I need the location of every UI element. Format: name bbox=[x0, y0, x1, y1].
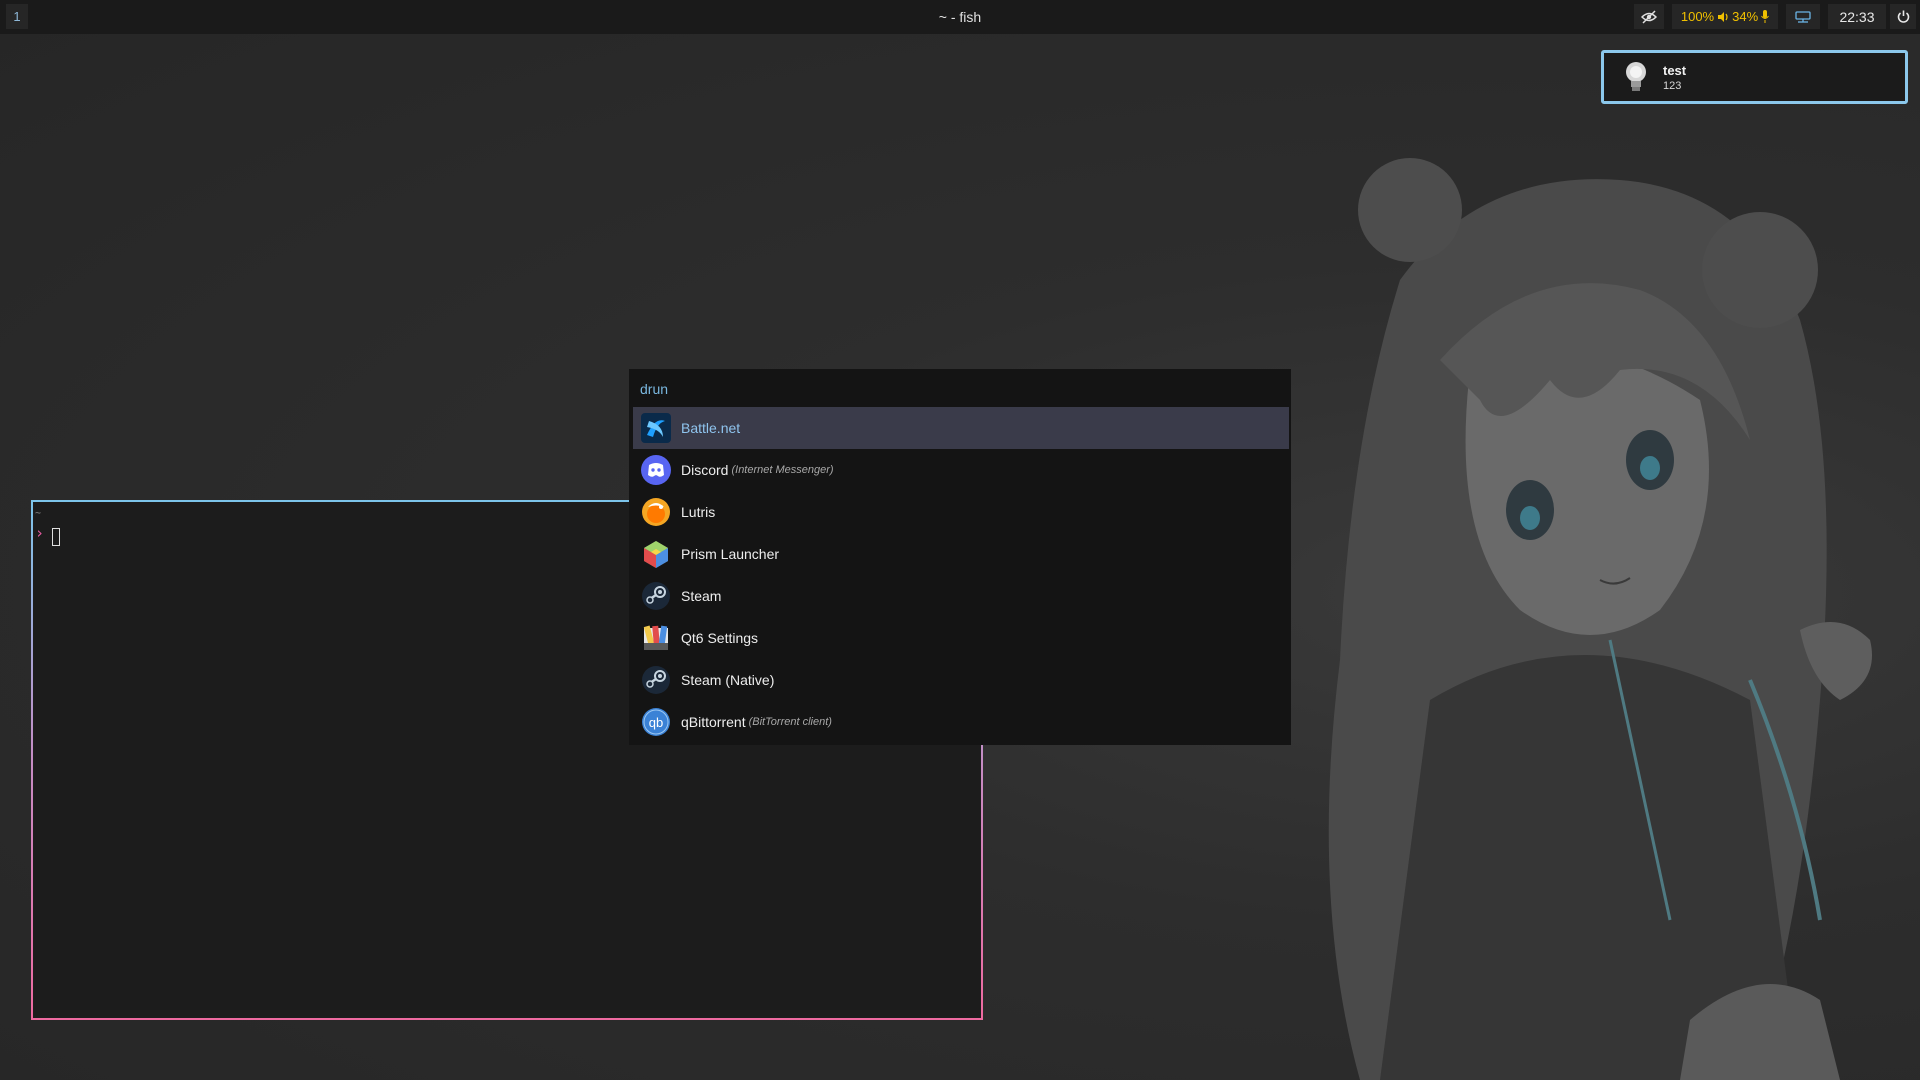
power-button[interactable] bbox=[1890, 4, 1916, 29]
launcher-item-prism-launcher[interactable]: Prism Launcher bbox=[633, 533, 1289, 575]
lutris-icon bbox=[642, 498, 670, 526]
launcher-mode-label: drun bbox=[640, 381, 669, 397]
launcher-item-qbittorrent[interactable]: qb qBittorrent (BitTorrent client) bbox=[633, 701, 1289, 743]
launcher-item-name: Battle.net bbox=[681, 420, 741, 436]
qbittorrent-icon: qb bbox=[642, 708, 670, 736]
svg-text:qb: qb bbox=[649, 715, 663, 730]
launcher-item-steam[interactable]: Steam bbox=[633, 575, 1289, 617]
mic-value: 34% bbox=[1732, 9, 1759, 24]
notification-popup[interactable]: test 123 bbox=[1601, 50, 1908, 104]
prism-launcher-icon bbox=[644, 541, 668, 568]
idle-inhibitor-button[interactable] bbox=[1634, 4, 1664, 29]
wallpaper-illustration bbox=[1328, 158, 1872, 1080]
terminal-prompt: › bbox=[35, 524, 45, 542]
launcher-item-generic: (BitTorrent client) bbox=[748, 716, 832, 728]
clock[interactable]: 22:33 bbox=[1828, 4, 1886, 29]
network-icon bbox=[1795, 10, 1811, 23]
launcher-results: Battle.net Discord (Internet Messenger) bbox=[633, 407, 1289, 743]
notification-content: test 123 bbox=[1663, 63, 1686, 92]
qt6-settings-icon bbox=[643, 625, 668, 650]
launcher-item-name: qBittorrent bbox=[681, 714, 746, 730]
discord-icon bbox=[641, 455, 671, 485]
launcher-item-discord[interactable]: Discord (Internet Messenger) bbox=[633, 449, 1289, 491]
terminal-cursor bbox=[52, 528, 60, 546]
notification-summary: test bbox=[1663, 62, 1687, 78]
speaker-icon bbox=[1718, 11, 1728, 22]
launcher-item-steam-native[interactable]: Steam (Native) bbox=[633, 659, 1289, 701]
launcher-item-name: Steam bbox=[681, 588, 722, 604]
volume-value: 100% bbox=[1680, 9, 1715, 24]
app-launcher[interactable]: drun Battle.net Discord (Internet Messen… bbox=[629, 369, 1291, 745]
launcher-item-name: Prism Launcher bbox=[681, 546, 780, 562]
terminal-cwd: ~ bbox=[35, 508, 42, 519]
audio-module[interactable]: 100% 34% bbox=[1672, 4, 1778, 29]
microphone-icon bbox=[1761, 10, 1770, 23]
launcher-item-name: Discord bbox=[681, 462, 729, 478]
launcher-item-battlenet[interactable]: Battle.net bbox=[633, 407, 1289, 449]
desktop: 1 ~ - fish 100% 34% 22:33 test 123 ~ › d… bbox=[0, 0, 1920, 1080]
launcher-item-name: Steam (Native) bbox=[681, 672, 775, 688]
power-icon bbox=[1897, 10, 1909, 23]
lightbulb-icon bbox=[1626, 62, 1646, 91]
launcher-item-qt6-settings[interactable]: Qt6 Settings bbox=[633, 617, 1289, 659]
launcher-item-generic: (Internet Messenger) bbox=[731, 464, 834, 476]
clock-time: 22:33 bbox=[1839, 8, 1875, 25]
top-bar: 1 ~ - fish 100% 34% 22:33 bbox=[0, 0, 1920, 34]
notification-body: 123 bbox=[1663, 79, 1682, 92]
launcher-item-lutris[interactable]: Lutris bbox=[633, 491, 1289, 533]
launcher-item-name: Qt6 Settings bbox=[681, 630, 759, 646]
network-module[interactable] bbox=[1786, 4, 1820, 29]
steam-icon bbox=[642, 582, 670, 610]
active-window-title: ~ - fish bbox=[938, 9, 982, 25]
launcher-item-name: Lutris bbox=[681, 504, 716, 520]
eye-slash-icon bbox=[1641, 9, 1657, 24]
battlenet-icon bbox=[641, 413, 671, 443]
steam-native-icon bbox=[642, 666, 670, 694]
